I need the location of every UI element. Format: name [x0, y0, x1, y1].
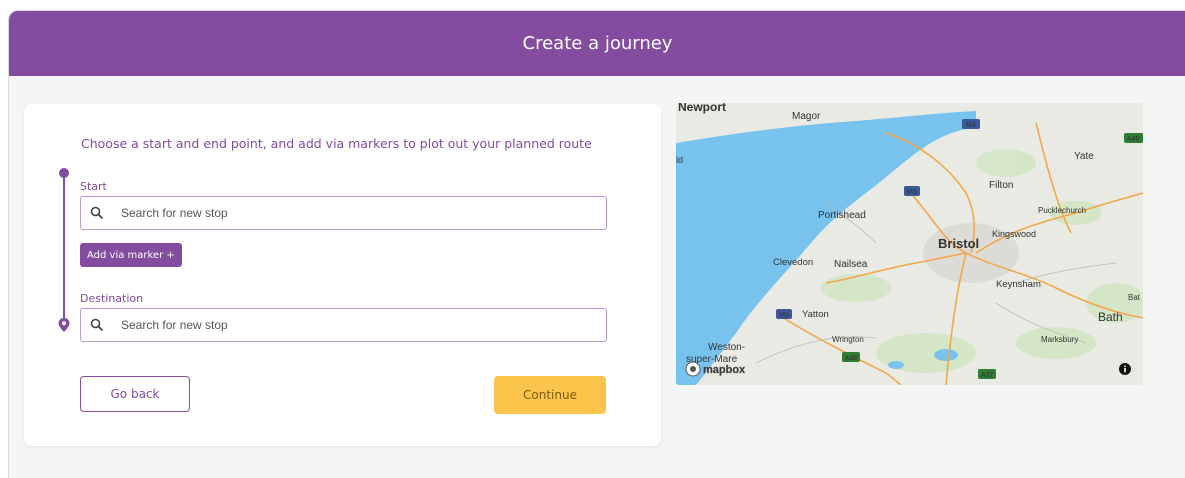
map-place-label: Wrington: [832, 335, 864, 344]
start-search-field[interactable]: [80, 196, 607, 230]
instruction-text: Choose a start and end point, and add vi…: [81, 136, 592, 151]
route-map[interactable]: M4 M5 M5 A38 A37 A46 Newport Magor Yate …: [676, 103, 1143, 385]
svg-text:A37: A37: [981, 372, 994, 379]
map-place-label: Portishead: [818, 210, 866, 221]
start-label: Start: [80, 180, 107, 193]
start-search-input[interactable]: [119, 205, 583, 221]
page-header: Create a journey: [9, 11, 1185, 76]
map-place-label: Magor: [792, 111, 821, 122]
map-place-label: Yate: [1074, 151, 1094, 162]
map-place-label: Bath: [1098, 310, 1123, 324]
start-dot-icon: [59, 168, 69, 178]
svg-text:M4: M4: [966, 122, 976, 129]
road-shield: M5: [904, 186, 920, 196]
map-place-label: Marksbury: [1041, 335, 1078, 344]
journey-window: Create a journey Choose a start and end …: [8, 10, 1185, 478]
continue-button[interactable]: Continue: [494, 376, 606, 414]
road-shield: M4: [962, 119, 980, 129]
destination-search-field[interactable]: [80, 308, 607, 342]
map-place-label: Keynsham: [996, 279, 1041, 290]
map-place-label: Newport: [678, 103, 726, 114]
svg-text:M5: M5: [779, 312, 789, 319]
map-place-label: Pucklechurch: [1038, 206, 1086, 215]
svg-text:mapbox: mapbox: [703, 364, 746, 376]
map-place-label: Nailsea: [834, 259, 868, 270]
mapbox-logo[interactable]: mapbox: [685, 361, 746, 377]
search-icon: [90, 206, 104, 220]
destination-search-input[interactable]: [119, 317, 583, 333]
road-shield: M5: [776, 309, 792, 319]
svg-text:A46: A46: [1127, 136, 1140, 143]
map-canvas[interactable]: M4 M5 M5 A38 A37 A46 Newport Magor Yate …: [676, 103, 1143, 385]
route-timeline: [63, 172, 65, 324]
add-via-marker-button[interactable]: Add via marker +: [80, 243, 182, 267]
road-shield: A38: [842, 352, 860, 362]
map-place-label: ld: [676, 155, 683, 165]
map-place-label: Bristol: [938, 236, 979, 251]
svg-text:M5: M5: [907, 189, 917, 196]
destination-pin-icon: [58, 318, 70, 332]
map-place-label: Filton: [989, 180, 1013, 191]
map-place-label: Kingswood: [992, 229, 1036, 239]
info-icon[interactable]: [1119, 363, 1131, 375]
svg-text:A38: A38: [845, 355, 858, 362]
map-place-label: Clevedon: [773, 257, 813, 268]
journey-form-card: Choose a start and end point, and add vi…: [24, 104, 661, 446]
map-place-label: Bat: [1128, 293, 1141, 302]
map-place-label: Yatton: [802, 309, 829, 320]
road-shield: A37: [978, 369, 996, 379]
go-back-button[interactable]: Go back: [80, 376, 190, 412]
map-place-label: Weston-: [708, 342, 745, 353]
destination-label: Destination: [80, 292, 144, 305]
page-title: Create a journey: [522, 33, 673, 54]
road-shield: A46: [1124, 133, 1143, 143]
search-icon: [90, 318, 104, 332]
